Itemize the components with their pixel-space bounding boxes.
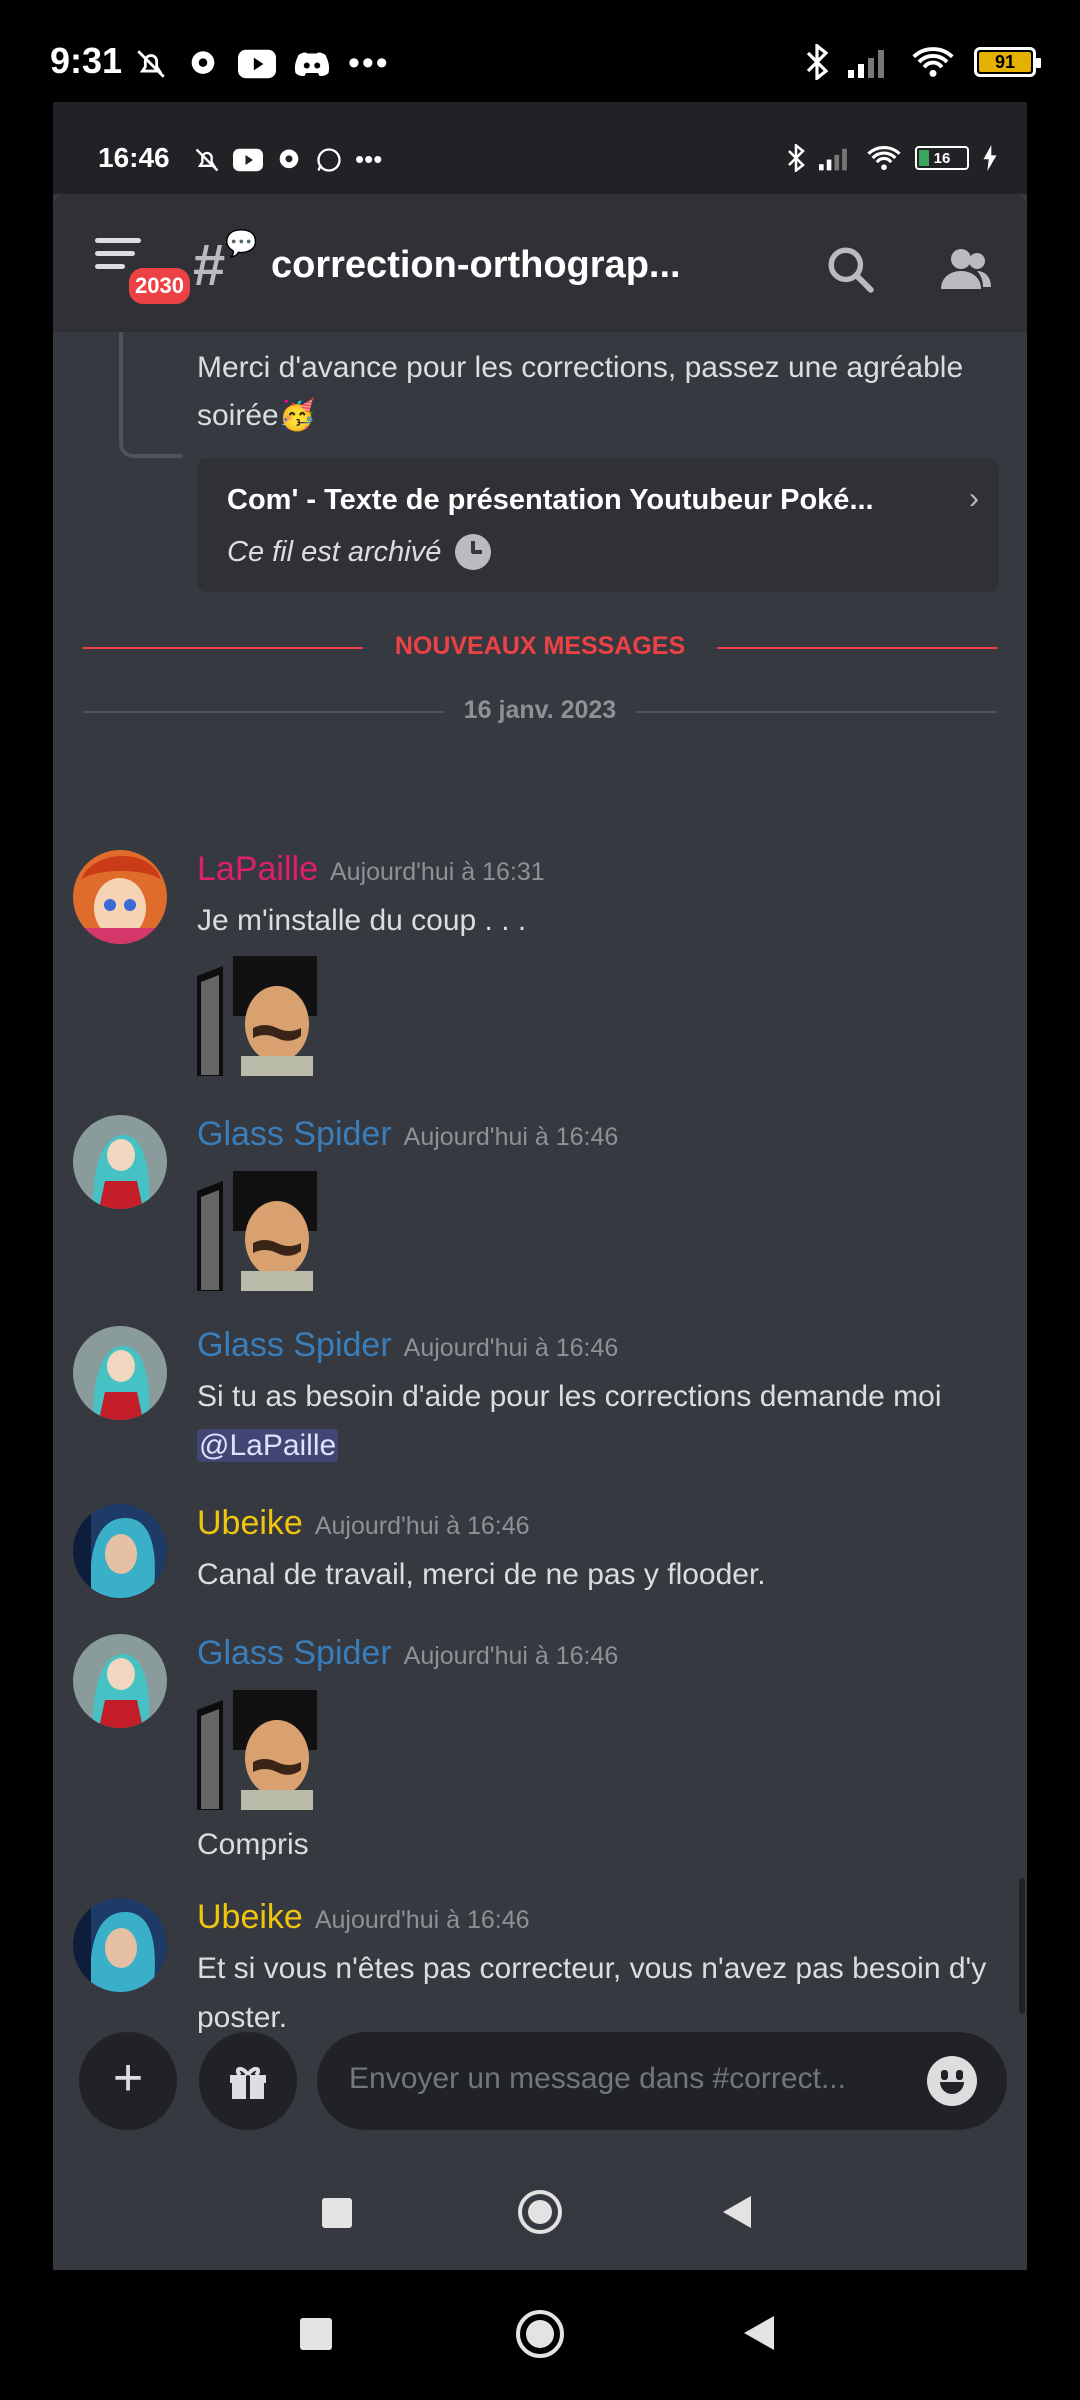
search-icon[interactable]	[825, 244, 875, 294]
username[interactable]: Glass Spider Aujourd'hui à 16:46	[197, 1634, 618, 1673]
mute-bell-icon	[137, 49, 165, 78]
avatar[interactable]	[73, 850, 167, 944]
message-text: Et si vous n'êtes pas correcteur, vous n…	[197, 1952, 987, 2034]
chat-bubble-icon	[191, 50, 215, 74]
timestamp: Aujourd'hui à 16:46	[314, 1512, 530, 1540]
notification-badge: 2030	[125, 264, 194, 308]
outer-recents-button[interactable]	[300, 2318, 332, 2350]
previous-message-text: Merci d'avance pour les corrections, pas…	[197, 344, 977, 440]
inner-status-right-icons: 16	[787, 144, 997, 172]
username[interactable]: Ubeike Aujourd'hui à 16:46	[197, 1504, 530, 1543]
bluetooth-icon	[788, 144, 805, 172]
message-text: Compris	[197, 1828, 309, 1861]
inner-status-time: 16:46	[98, 142, 170, 173]
timestamp: Aujourd'hui à 16:31	[329, 858, 545, 886]
outer-status-bar: 9:31 ••• 91	[0, 0, 1080, 110]
thread-title: Com' - Texte de présentation Youtubeur P…	[227, 484, 874, 516]
chat-area: Merci d'avance pour les corrections, pas…	[53, 332, 1027, 2082]
whatsapp-icon	[317, 147, 341, 172]
add-attachment-button[interactable]: +	[79, 2032, 177, 2130]
message-input[interactable]: Envoyer un message dans #correct...	[317, 2032, 1007, 2130]
date-divider: 16 janv. 2023	[83, 694, 997, 728]
status-left-icons: •••	[134, 44, 390, 83]
menu-button[interactable]: 2030	[95, 238, 194, 308]
signal-icon	[848, 50, 884, 78]
author-name[interactable]: Ubeike	[197, 1504, 303, 1542]
battery-icon: 91	[974, 47, 1041, 77]
username[interactable]: Glass Spider Aujourd'hui à 16:46	[197, 1115, 618, 1154]
new-messages-divider: NOUVEAUX MESSAGES	[83, 630, 997, 664]
author-name[interactable]: Ubeike	[197, 1898, 303, 1936]
avatar[interactable]	[73, 1504, 167, 1598]
author-name[interactable]: Glass Spider	[197, 1634, 392, 1672]
message-text: Je m'installe du coup . . .	[197, 904, 527, 937]
wifi-icon	[867, 146, 901, 171]
timestamp: Aujourd'hui à 16:46	[314, 1906, 530, 1934]
user-mention[interactable]: @LaPaille	[197, 1429, 339, 1462]
back-button[interactable]	[723, 2196, 751, 2228]
thread-status: Ce fil est archivé	[227, 534, 492, 570]
home-button[interactable]	[518, 2190, 562, 2234]
status-time: 9:31	[50, 40, 123, 81]
battery-level: 16	[933, 149, 951, 167]
thread-connector	[119, 332, 183, 458]
youtube-icon	[233, 148, 263, 171]
avatar[interactable]	[73, 1115, 167, 1209]
gift-button[interactable]	[199, 2032, 297, 2130]
channel-header: 2030 # 💬 correction-orthograp...	[53, 194, 1027, 332]
members-icon[interactable]	[937, 244, 993, 294]
chevron-right-icon: ›	[969, 482, 979, 515]
username[interactable]: Ubeike Aujourd'hui à 16:46	[197, 1898, 530, 1937]
wifi-icon	[912, 47, 954, 77]
gift-icon	[230, 2067, 266, 2099]
avatar[interactable]	[73, 1634, 167, 1728]
battery-level: 91	[994, 51, 1016, 72]
meme-sticker-image[interactable]	[197, 1171, 317, 1291]
discord-icon	[294, 52, 330, 76]
plus-icon: +	[112, 2049, 144, 2107]
more-icon: •••	[348, 44, 390, 82]
more-icon: •••	[355, 144, 383, 174]
timestamp: Aujourd'hui à 16:46	[403, 1123, 619, 1151]
clock-icon	[455, 534, 492, 570]
author-name[interactable]: Glass Spider	[197, 1326, 392, 1364]
status-right-icons: 91	[806, 44, 1041, 80]
battery-icon: 16	[915, 146, 969, 170]
message-body: Si tu as besoin d'aide pour les correcti…	[197, 1380, 942, 1413]
mute-bell-icon	[195, 148, 219, 171]
timestamp: Aujourd'hui à 16:46	[403, 1642, 619, 1670]
inner-status-bar: 16:46 ••• 16	[53, 102, 1027, 194]
author-name[interactable]: LaPaille	[197, 850, 318, 888]
thread-card[interactable]: Com' - Texte de présentation Youtubeur P…	[197, 458, 999, 592]
meme-sticker-image[interactable]	[197, 956, 317, 1076]
recents-button[interactable]	[322, 2198, 352, 2228]
date-label: 16 janv. 2023	[443, 696, 637, 724]
youtube-icon	[238, 49, 276, 78]
discord-screen: 16:46 ••• 16 2030 # 💬 correction-orthogra…	[53, 102, 1027, 2270]
bluetooth-icon	[806, 44, 828, 80]
avatar[interactable]	[73, 1326, 167, 1420]
outer-back-button[interactable]	[744, 2316, 774, 2350]
chat-bubble-icon	[279, 149, 299, 168]
outer-home-button[interactable]	[516, 2310, 564, 2358]
signal-icon	[819, 148, 847, 171]
scrollbar[interactable]	[1019, 1878, 1025, 2014]
channel-title[interactable]: correction-orthograp...	[271, 244, 681, 287]
channel-hash-icon: # 💬	[193, 228, 258, 298]
username[interactable]: LaPaille Aujourd'hui à 16:31	[197, 850, 545, 889]
avatar[interactable]	[73, 1898, 167, 1992]
message-text: Si tu as besoin d'aide pour les correcti…	[197, 1372, 987, 1470]
inner-status-left-icons: •••	[193, 144, 382, 175]
meme-sticker-image[interactable]	[197, 1690, 317, 1810]
thread-status-text: Ce fil est archivé	[227, 535, 442, 568]
message-text: Canal de travail, merci de ne pas y floo…	[197, 1558, 766, 1591]
new-messages-label: NOUVEAUX MESSAGES	[376, 632, 704, 660]
author-name[interactable]: Glass Spider	[197, 1115, 392, 1153]
username[interactable]: Glass Spider Aujourd'hui à 16:46	[197, 1326, 618, 1365]
timestamp: Aujourd'hui à 16:46	[403, 1334, 619, 1362]
party-emoji: 🥳	[278, 399, 317, 432]
emoji-picker-icon[interactable]	[927, 2056, 977, 2106]
charging-icon	[983, 145, 997, 171]
message-input-placeholder: Envoyer un message dans #correct...	[349, 2062, 846, 2095]
